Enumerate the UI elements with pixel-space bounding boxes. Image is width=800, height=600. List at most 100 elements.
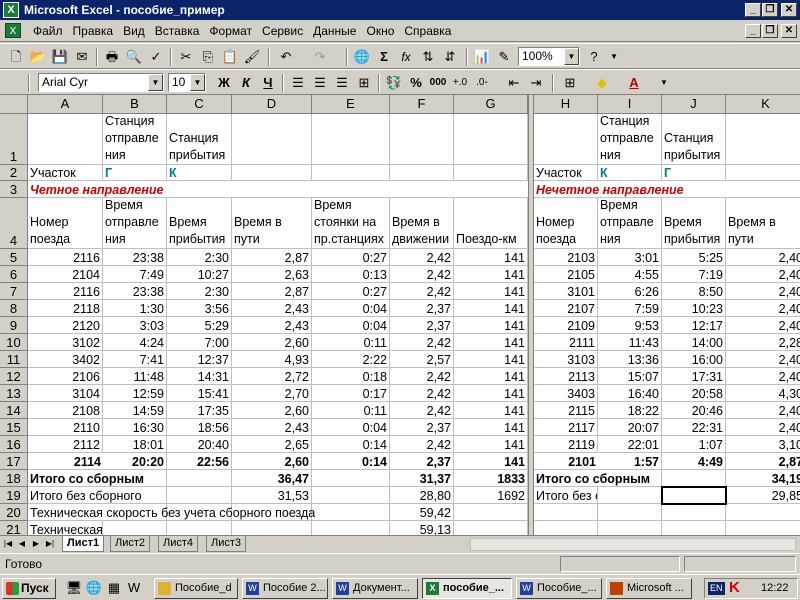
cell-a1[interactable] xyxy=(28,114,103,165)
cell-c11[interactable]: 12:37 xyxy=(167,351,232,368)
cell-f1[interactable] xyxy=(390,114,454,165)
cell-j2[interactable]: Г xyxy=(662,165,726,181)
cell-g5[interactable]: 141 xyxy=(454,249,528,266)
row-header[interactable]: 17 xyxy=(0,453,28,470)
cell-j9[interactable]: 12:17 xyxy=(662,317,726,334)
menu-window[interactable]: Окно xyxy=(361,24,399,38)
keyboard-switcher-icon[interactable]: K xyxy=(729,579,740,596)
cell-k18[interactable]: 34,19 xyxy=(726,470,800,487)
cell-g15[interactable]: 141 xyxy=(454,419,528,436)
column-header-j[interactable]: J xyxy=(662,95,726,114)
cell-c13[interactable]: 15:41 xyxy=(167,385,232,402)
cell-j20[interactable] xyxy=(662,504,726,521)
cell-i17[interactable]: 1:57 xyxy=(598,453,662,470)
cell-h5[interactable]: 2103 xyxy=(534,249,598,266)
cell-e6[interactable]: 0:13 xyxy=(312,266,390,283)
cell-c12[interactable]: 14:31 xyxy=(167,368,232,385)
cell-j4[interactable]: Время прибытия xyxy=(662,198,726,249)
decrease-decimal-icon[interactable]: .0- xyxy=(472,73,492,93)
cell-g18[interactable]: 1833 xyxy=(454,470,528,487)
cell-i21[interactable] xyxy=(598,521,662,535)
menu-view[interactable]: Вид xyxy=(118,24,150,38)
cell-g10[interactable]: 141 xyxy=(454,334,528,351)
tab-sheet2[interactable]: Лист2 xyxy=(110,536,151,552)
cell-d12[interactable]: 2,72 xyxy=(232,368,312,385)
cell-i20[interactable] xyxy=(598,504,662,521)
cell-a12[interactable]: 2106 xyxy=(28,368,103,385)
align-left-icon[interactable]: ☰ xyxy=(288,73,308,93)
print-icon[interactable]: 🖶 xyxy=(102,47,122,67)
cell-c14[interactable]: 17:35 xyxy=(167,402,232,419)
cell-e1[interactable] xyxy=(312,114,390,165)
undo-icon[interactable]: ↶ xyxy=(276,47,296,67)
cell-j18[interactable] xyxy=(662,470,726,487)
row-header[interactable]: 11 xyxy=(0,351,28,368)
cell-b21[interactable] xyxy=(103,521,167,535)
cell-c10[interactable]: 7:00 xyxy=(167,334,232,351)
cell-d13[interactable]: 2,70 xyxy=(232,385,312,402)
doc-restore-button[interactable]: ❐ xyxy=(762,24,778,38)
cell-g12[interactable]: 141 xyxy=(454,368,528,385)
task-excel[interactable]: Xпособие_... xyxy=(422,578,512,599)
cell-h13[interactable]: 3403 xyxy=(534,385,598,402)
spellcheck-icon[interactable]: ✓ xyxy=(146,47,166,67)
cell-e7[interactable]: 0:27 xyxy=(312,283,390,300)
row-header[interactable]: 19 xyxy=(0,487,28,504)
cell-e17[interactable]: 0:14 xyxy=(312,453,390,470)
cell-h8[interactable]: 2107 xyxy=(534,300,598,317)
minimize-button[interactable]: _ xyxy=(745,3,761,17)
cell-d16[interactable]: 2,65 xyxy=(232,436,312,453)
cell-e5[interactable]: 0:27 xyxy=(312,249,390,266)
cell-a7[interactable]: 2116 xyxy=(28,283,103,300)
cell-h19[interactable]: Итого без сборного xyxy=(534,487,598,504)
cell-i11[interactable]: 13:36 xyxy=(598,351,662,368)
cell-a6[interactable]: 2104 xyxy=(28,266,103,283)
cell-f20[interactable]: 59,42 xyxy=(390,504,454,521)
cell-j1[interactable]: Станция прибытия xyxy=(662,114,726,165)
borders-icon[interactable]: ⊞ xyxy=(560,73,580,93)
cell-a5[interactable]: 2116 xyxy=(28,249,103,266)
zoom-select[interactable]: 100% ▼ xyxy=(518,47,580,66)
menu-tools[interactable]: Сервис xyxy=(257,24,308,38)
copy-icon[interactable]: ⎘ xyxy=(198,47,218,67)
cell-c15[interactable]: 18:56 xyxy=(167,419,232,436)
menu-help[interactable]: Справка xyxy=(399,24,456,38)
cell-k13[interactable]: 4,30 xyxy=(726,385,800,402)
cell-g9[interactable]: 141 xyxy=(454,317,528,334)
cell-b4[interactable]: Время отправле ния xyxy=(103,198,167,249)
cell-d18[interactable]: 36,47 xyxy=(232,470,312,487)
cell-k16[interactable]: 3,10 xyxy=(726,436,800,453)
row-header[interactable]: 20 xyxy=(0,504,28,521)
font-name-select[interactable]: Arial Cyr ▼ xyxy=(38,73,164,92)
row-header[interactable]: 10 xyxy=(0,334,28,351)
cell-h2[interactable]: Участок xyxy=(534,165,598,181)
cell-e12[interactable]: 0:18 xyxy=(312,368,390,385)
task-word-2[interactable]: W Документ... xyxy=(332,578,418,599)
cell-f16[interactable]: 2,42 xyxy=(390,436,454,453)
close-button[interactable]: ✕ xyxy=(781,3,797,17)
cell-g2[interactable] xyxy=(454,165,528,181)
cell-f18[interactable]: 31,37 xyxy=(390,470,454,487)
cell-j16[interactable]: 1:07 xyxy=(662,436,726,453)
cell-a3[interactable]: Четное направление xyxy=(28,181,164,198)
cell-d10[interactable]: 2,60 xyxy=(232,334,312,351)
cell-h14[interactable]: 2115 xyxy=(534,402,598,419)
cell-f19[interactable]: 28,80 xyxy=(390,487,454,504)
column-header-a[interactable]: A xyxy=(28,95,103,114)
cell-h4[interactable]: Номер поезда xyxy=(534,198,598,249)
cell-k20[interactable] xyxy=(726,504,800,521)
row-header[interactable]: 9 xyxy=(0,317,28,334)
toolbar-options-icon[interactable]: ▼ xyxy=(654,73,674,93)
row-header[interactable]: 1 xyxy=(0,114,28,165)
first-sheet-icon[interactable]: |◀ xyxy=(2,537,14,551)
row-header[interactable]: 6 xyxy=(0,266,28,283)
cell-f2[interactable] xyxy=(390,165,454,181)
cell-i7[interactable]: 6:26 xyxy=(598,283,662,300)
cell-c17[interactable]: 22:56 xyxy=(167,453,232,470)
sort-ascending-icon[interactable]: ⇅ xyxy=(418,47,438,67)
cell-i16[interactable]: 22:01 xyxy=(598,436,662,453)
cell-d1[interactable] xyxy=(232,114,312,165)
cell-e2[interactable] xyxy=(312,165,390,181)
cell-f10[interactable]: 2,42 xyxy=(390,334,454,351)
browser-icon[interactable]: 🌐 xyxy=(84,578,104,598)
